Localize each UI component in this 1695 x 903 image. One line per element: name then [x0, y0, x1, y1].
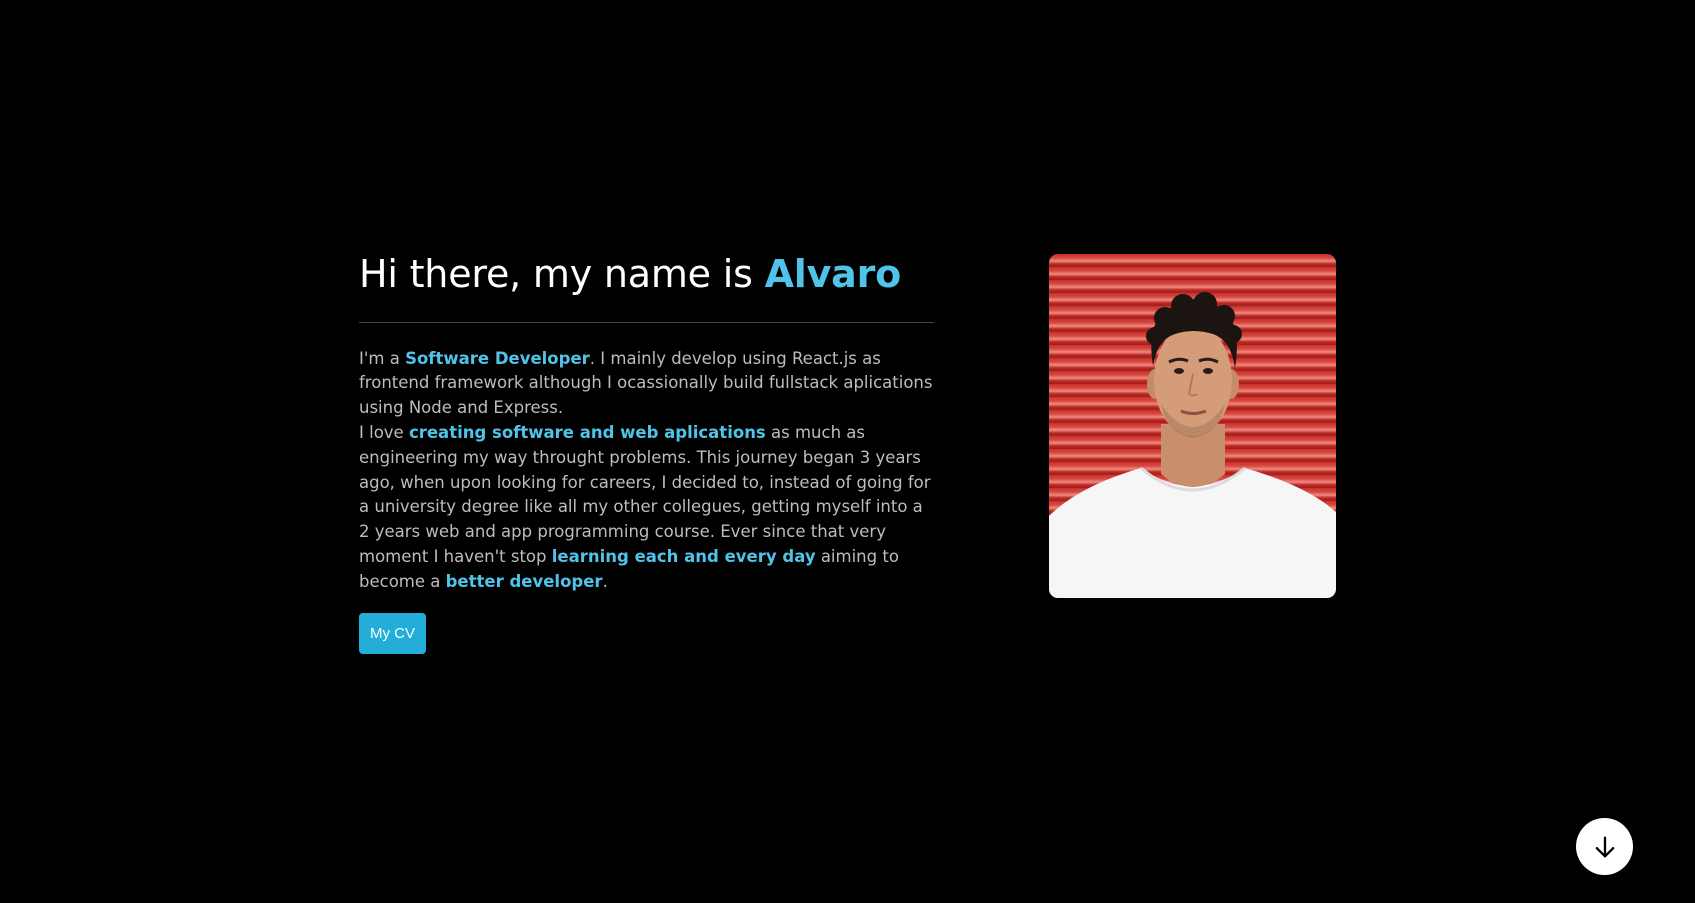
landing-page: Hi there, my name is Alvaro I'm a Softwa…: [0, 0, 1695, 903]
bio-text: I'm a Software Developer. I mainly devel…: [359, 347, 934, 595]
cv-button[interactable]: My CV: [359, 612, 426, 654]
title-divider: [359, 321, 934, 323]
portrait-illustration: [1049, 292, 1336, 598]
bio-p1-start: I'm a: [359, 348, 406, 368]
hero-title: Hi there, my name is Alvaro: [359, 252, 934, 298]
hero-intro: Hi there, my name is Alvaro I'm a Softwa…: [359, 252, 934, 654]
bio-highlight-goal: better developer: [445, 571, 603, 591]
scroll-down-button[interactable]: [1576, 818, 1633, 875]
bio-p2-end: .: [602, 571, 608, 591]
bio-highlight-passion: creating software and web aplications: [408, 422, 766, 442]
bio-p2-start: I love: [359, 422, 409, 442]
hero-title-name: Alvaro: [764, 252, 902, 296]
bio-p2-middle: as much as engineering my way throught p…: [359, 422, 931, 566]
profile-photo: [1049, 254, 1336, 598]
bio-highlight-learning: learning each and every day: [551, 546, 816, 566]
arrow-down-icon: [1595, 836, 1614, 857]
hero-title-prefix: Hi there, my name is: [359, 252, 765, 296]
bio-highlight-role: Software Developer: [405, 348, 590, 368]
